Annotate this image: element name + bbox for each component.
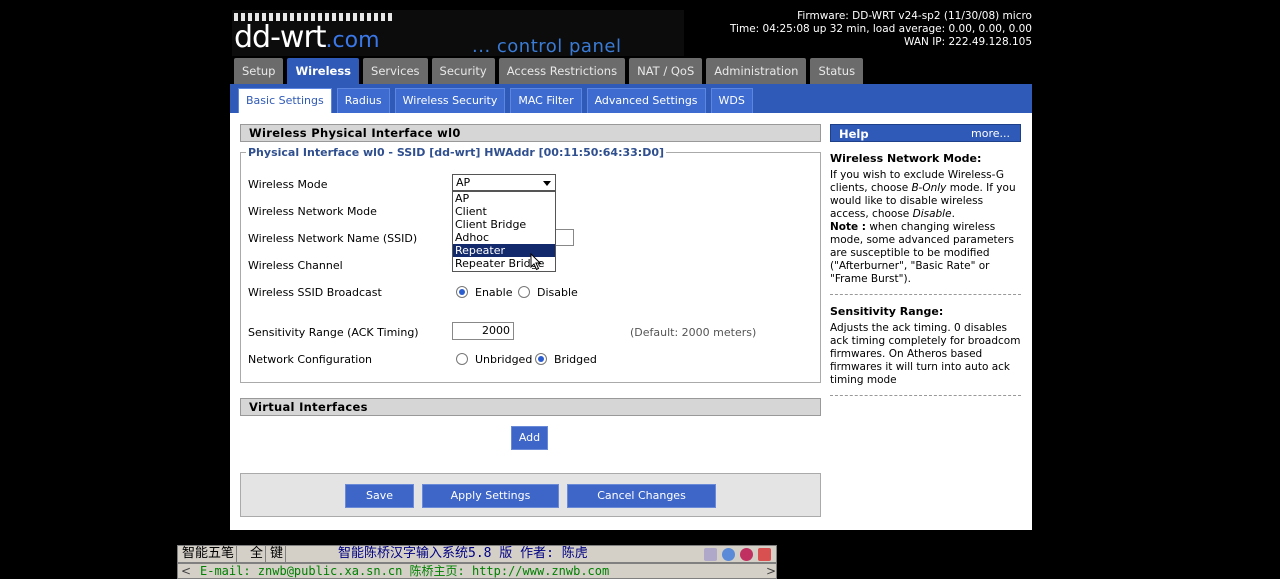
section-title: Wireless Physical Interface wl0 <box>240 124 821 142</box>
sub-tabs: Basic Settings Radius Wireless Security … <box>238 88 753 113</box>
ime-scroll-right[interactable]: > <box>766 564 776 578</box>
mouse-cursor-icon <box>530 253 542 271</box>
wireless-mode-value: AP <box>456 176 471 189</box>
subtab-advanced-settings[interactable]: Advanced Settings <box>586 88 706 113</box>
tab-wireless[interactable]: Wireless <box>287 58 360 84</box>
subtab-mac-filter[interactable]: MAC Filter <box>510 88 582 113</box>
mode-option-adhoc[interactable]: Adhoc <box>453 231 555 244</box>
ime-keyboard-toggle[interactable]: 键 <box>268 546 287 562</box>
ddwrt-logo: dd-wrt.com ... control panel <box>232 10 684 57</box>
ime-fullwidth-toggle[interactable]: 全 <box>248 546 267 562</box>
ssid-label: Wireless Network Name (SSID) <box>248 232 418 245</box>
wan-ip: WAN IP: 222.49.128.105 <box>904 36 1032 48</box>
uptime: Time: 04:25:08 up 32 min, load average: … <box>729 23 1032 35</box>
ack-timing-label: Sensitivity Range (ACK Timing) <box>248 326 419 339</box>
help-sensitivity-title: Sensitivity Range: <box>830 305 944 318</box>
ime-contact-line: E-mail: znwb@public.xa.sn.cn 陈桥主页: http:… <box>200 564 610 578</box>
tab-administration[interactable]: Administration <box>706 58 807 84</box>
subtab-wds[interactable]: WDS <box>710 88 753 113</box>
help-section-network-mode: Wireless Network Mode: If you wish to ex… <box>830 152 1021 286</box>
ime-search-icon[interactable] <box>722 548 735 561</box>
bridged-radio[interactable] <box>535 353 547 365</box>
logo-wordmark: dd-wrt.com <box>234 20 380 55</box>
mode-option-client-bridge[interactable]: Client Bridge <box>453 218 555 231</box>
broadcast-disable-radio[interactable] <box>518 286 530 298</box>
tab-security[interactable]: Security <box>431 58 495 84</box>
tab-access-restrictions[interactable]: Access Restrictions <box>498 58 626 84</box>
mode-option-client[interactable]: Client <box>453 205 555 218</box>
bridged-label: Bridged <box>554 353 597 366</box>
chevron-down-icon <box>543 181 551 186</box>
ack-timing-input[interactable]: 2000 <box>452 322 514 340</box>
tab-status[interactable]: Status <box>810 58 864 84</box>
cancel-changes-button[interactable]: Cancel Changes <box>567 484 716 508</box>
ssid-input[interactable] <box>554 229 574 246</box>
network-mode-label: Wireless Network Mode <box>248 205 377 218</box>
tab-nat-qos[interactable]: NAT / QoS <box>629 58 703 84</box>
subtab-basic-settings[interactable]: Basic Settings <box>238 88 332 113</box>
network-config-label: Network Configuration <box>248 353 373 366</box>
unbridged-radio[interactable] <box>456 353 468 365</box>
help-network-mode-text: If you wish to exclude Wireless-G client… <box>830 169 1016 220</box>
firmware-version: Firmware: DD-WRT v24-sp2 (11/30/08) micr… <box>797 10 1032 22</box>
ime-disk-icon[interactable] <box>704 548 717 561</box>
router-page: dd-wrt.com ... control panel Firmware: D… <box>230 0 1032 530</box>
mode-option-ap[interactable]: AP <box>453 192 555 205</box>
wireless-mode-select[interactable]: AP <box>452 174 556 191</box>
ssid-broadcast-label: Wireless SSID Broadcast <box>248 286 382 299</box>
firmware-info: Firmware: DD-WRT v24-sp2 (11/30/08) micr… <box>730 10 1032 49</box>
ime-calendar-icon[interactable] <box>758 548 771 561</box>
help-title: Help <box>839 127 869 141</box>
header: dd-wrt.com ... control panel Firmware: D… <box>230 0 1032 84</box>
main-tabs: Setup Wireless Services Security Access … <box>234 58 864 84</box>
content-area: Wireless Physical Interface wl0 Physical… <box>230 113 1032 530</box>
help-more-link[interactable]: more... <box>971 125 1010 143</box>
broadcast-enable-radio[interactable] <box>456 286 468 298</box>
apply-settings-button[interactable]: Apply Settings <box>422 484 559 508</box>
ack-default-hint: (Default: 2000 meters) <box>630 326 757 339</box>
help-divider-bottom <box>830 395 1021 396</box>
broadcast-enable-label: Enable <box>475 286 513 299</box>
ime-mode-wubi[interactable]: 智能五笔 <box>180 546 238 562</box>
help-panel: Help more... Wireless Network Mode: If y… <box>830 124 1021 406</box>
help-divider <box>830 294 1021 295</box>
ime-help-icon[interactable] <box>740 548 753 561</box>
add-virtual-interface-button[interactable]: Add <box>511 426 548 450</box>
logo-subtitle: ... control panel <box>472 36 622 57</box>
help-network-mode-note: Note : when changing wireless mode, some… <box>830 221 1014 285</box>
sub-tab-bar: Basic Settings Radius Wireless Security … <box>230 84 1032 113</box>
ime-title: 智能陈桥汉字输入系统5.8 版 作者: 陈虎 <box>338 546 588 561</box>
ime-scroll-left[interactable]: < <box>181 564 191 578</box>
subtab-wireless-security[interactable]: Wireless Security <box>394 88 506 113</box>
unbridged-label: Unbridged <box>475 353 533 366</box>
ime-status-row: 智能五笔 全 键 智能陈桥汉字输入系统5.8 版 作者: 陈虎 <box>177 545 777 563</box>
ime-toolbar: 智能五笔 全 键 智能陈桥汉字输入系统5.8 版 作者: 陈虎 < E-mail… <box>177 545 777 579</box>
ime-info-row: < E-mail: znwb@public.xa.sn.cn 陈桥主页: htt… <box>177 563 777 579</box>
fieldset-legend: Physical Interface wl0 - SSID [dd-wrt] H… <box>246 146 667 159</box>
broadcast-disable-label: Disable <box>537 286 578 299</box>
help-section-sensitivity: Sensitivity Range: Adjusts the ack timin… <box>830 305 1021 387</box>
help-sensitivity-text: Adjusts the ack timing. 0 disables ack t… <box>830 322 1021 386</box>
wireless-mode-label: Wireless Mode <box>248 178 328 191</box>
tab-services[interactable]: Services <box>363 58 428 84</box>
subtab-radius[interactable]: Radius <box>336 88 390 113</box>
tab-setup[interactable]: Setup <box>234 58 284 84</box>
channel-label: Wireless Channel <box>248 259 343 272</box>
save-button[interactable]: Save <box>345 484 414 508</box>
help-network-mode-title: Wireless Network Mode: <box>830 152 982 165</box>
virtual-interfaces-title: Virtual Interfaces <box>240 398 821 416</box>
help-header: Help more... <box>830 124 1021 142</box>
